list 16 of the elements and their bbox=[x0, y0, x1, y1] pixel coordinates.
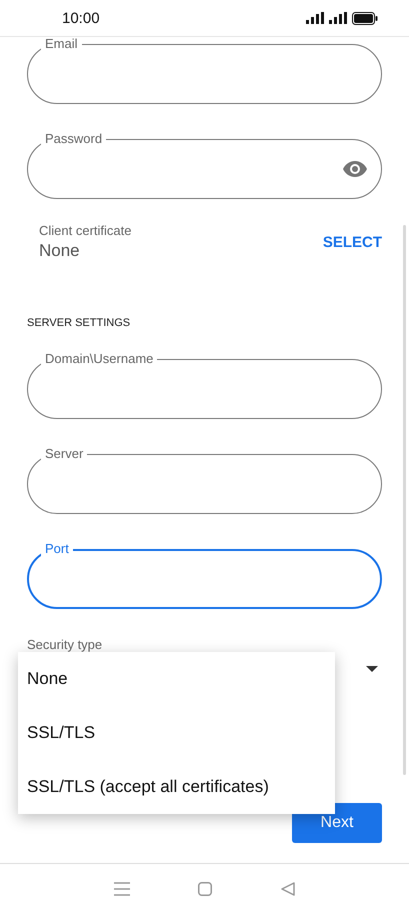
menu-item[interactable]: None bbox=[18, 652, 335, 706]
home-icon[interactable] bbox=[198, 882, 212, 896]
field-label: Security type bbox=[27, 637, 104, 652]
signal-icon bbox=[329, 12, 347, 24]
battery-icon bbox=[352, 12, 378, 24]
select-button[interactable]: SELECT bbox=[322, 234, 382, 250]
field-label: Client certificate bbox=[39, 223, 132, 238]
clock-time: 10:00 bbox=[62, 10, 100, 26]
dropdown-arrow-icon[interactable] bbox=[366, 666, 378, 672]
menu-item[interactable]: SSL/TLS bbox=[18, 706, 335, 760]
menu-icon[interactable] bbox=[114, 882, 130, 896]
section-heading: SERVER SETTINGS bbox=[27, 317, 132, 330]
signal-icon bbox=[306, 12, 324, 24]
eye-icon[interactable] bbox=[343, 161, 367, 177]
back-icon[interactable] bbox=[280, 882, 295, 896]
field-value: None bbox=[39, 241, 81, 261]
